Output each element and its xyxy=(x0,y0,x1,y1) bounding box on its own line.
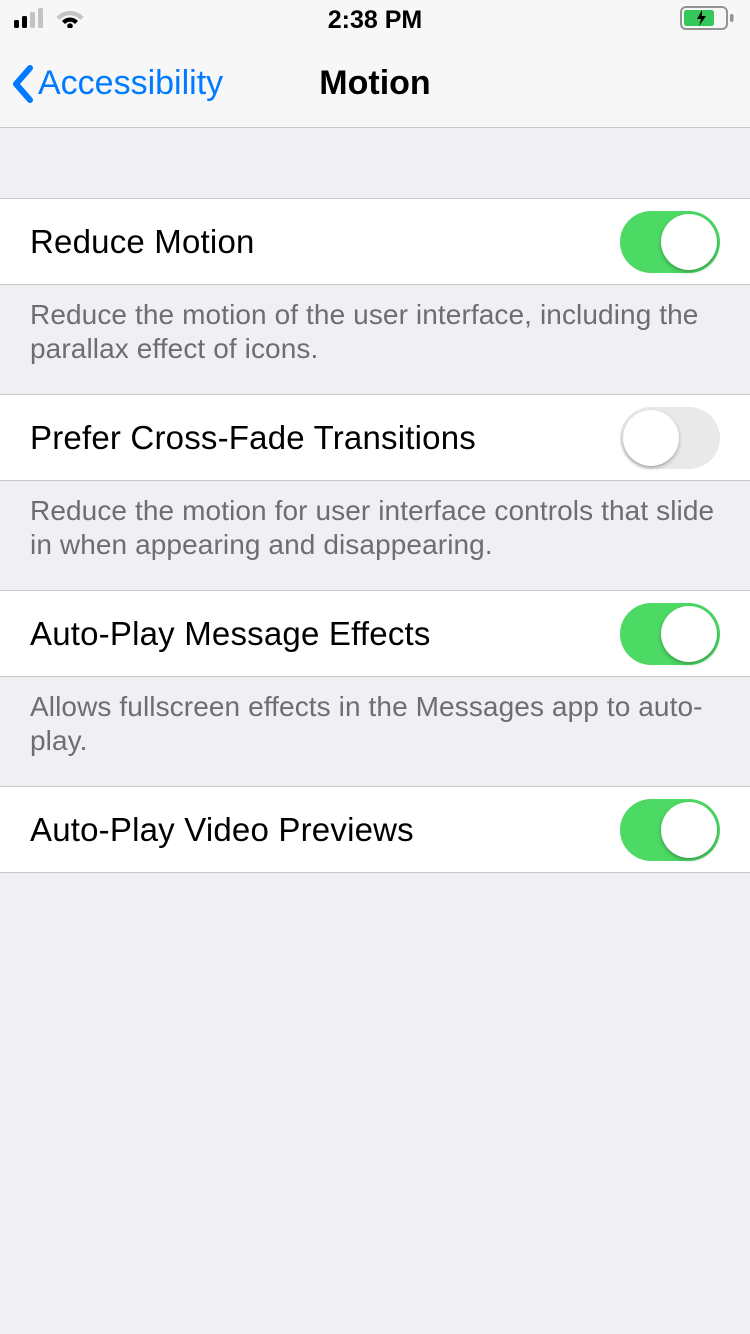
reduce-motion-footer: Reduce the motion of the user interface,… xyxy=(0,284,750,394)
battery-charging-icon xyxy=(680,6,736,35)
row-reduce-motion: Reduce Motion xyxy=(0,198,750,285)
group-spacer xyxy=(0,128,750,198)
cross-fade-label: Prefer Cross-Fade Transitions xyxy=(30,419,476,457)
status-left xyxy=(14,8,84,33)
row-cross-fade: Prefer Cross-Fade Transitions xyxy=(0,394,750,481)
status-right xyxy=(680,6,736,35)
autoplay-messages-footer: Allows fullscreen effects in the Message… xyxy=(0,676,750,786)
reduce-motion-toggle[interactable] xyxy=(620,211,720,273)
row-autoplay-video: Auto-Play Video Previews xyxy=(0,786,750,873)
cross-fade-footer: Reduce the motion for user interface con… xyxy=(0,480,750,590)
row-autoplay-messages: Auto-Play Message Effects xyxy=(0,590,750,677)
cellular-signal-icon xyxy=(14,8,48,33)
autoplay-video-toggle[interactable] xyxy=(620,799,720,861)
chevron-left-icon xyxy=(10,64,34,104)
wifi-icon xyxy=(56,8,84,33)
status-time: 2:38 PM xyxy=(328,6,422,35)
back-button[interactable]: Accessibility xyxy=(10,64,223,104)
autoplay-messages-label: Auto-Play Message Effects xyxy=(30,615,431,653)
status-bar: 2:38 PM xyxy=(0,0,750,40)
page-title: Motion xyxy=(319,64,430,103)
back-label: Accessibility xyxy=(38,64,223,103)
nav-bar: Accessibility Motion xyxy=(0,40,750,128)
reduce-motion-label: Reduce Motion xyxy=(30,223,255,261)
autoplay-video-label: Auto-Play Video Previews xyxy=(30,811,414,849)
cross-fade-toggle[interactable] xyxy=(620,407,720,469)
autoplay-messages-toggle[interactable] xyxy=(620,603,720,665)
